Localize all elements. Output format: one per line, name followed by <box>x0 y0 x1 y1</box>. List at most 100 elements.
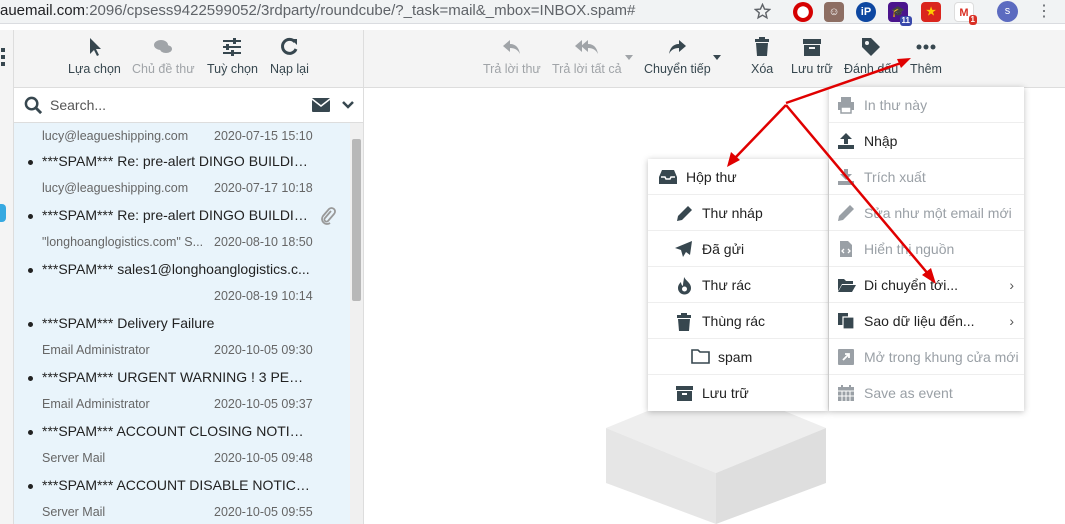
folder-icon <box>691 349 710 364</box>
folder-item-inbox[interactable]: Hộp thư <box>648 159 828 195</box>
menu-item-move-to[interactable]: Di chuyển tới... › <box>829 267 1024 303</box>
archive-label: Lưu trữ <box>791 62 833 76</box>
menu-item-copy-to[interactable]: Sao dữ liệu đến... › <box>829 303 1024 339</box>
reply-all-dropdown-icon[interactable] <box>625 55 633 60</box>
sliders-icon <box>223 38 242 56</box>
reply-all-icon <box>574 40 598 54</box>
forward-button[interactable]: Chuyển tiếp <box>644 36 711 76</box>
ip-extension-icon[interactable]: iP <box>856 2 876 22</box>
fire-icon <box>678 277 691 295</box>
message-date: 2020-10-05 09:55 <box>214 505 313 519</box>
select-button[interactable]: Lựa chọn <box>68 36 121 76</box>
refresh-button[interactable]: Nạp lại <box>270 36 309 76</box>
trash-icon <box>755 37 770 56</box>
delete-button[interactable]: Xóa <box>751 36 773 76</box>
message-subject: ***SPAM*** URGENT WARNING ! 3 PENDI... <box>42 369 310 385</box>
folder-item-trash[interactable]: Thùng rác <box>648 303 828 339</box>
reply-label: Trả lời thư <box>483 62 541 76</box>
refresh-icon <box>281 37 298 55</box>
message-from: lucy@leagueshipping.com <box>42 129 189 143</box>
folder-item-archive[interactable]: Lưu trữ <box>648 375 828 411</box>
message-date: 2020-08-10 18:50 <box>214 235 313 249</box>
graduation-extension-icon[interactable]: 🎓 11 <box>888 2 912 26</box>
message-row[interactable]: lucy@leagueshipping.com 2020-07-15 15:10 <box>14 123 350 149</box>
menu-item-export[interactable]: Trích xuất <box>829 159 1024 195</box>
folder-sidebar-edge <box>0 30 14 524</box>
reply-button[interactable]: Trả lời thư <box>483 36 541 76</box>
menu-item-edit-as-new[interactable]: Sửa như một email mới <box>829 195 1024 231</box>
folder-label: spam <box>718 349 753 365</box>
scrollbar-thumb[interactable] <box>352 139 361 301</box>
browser-menu-icon[interactable]: ⋮ <box>1036 3 1052 21</box>
cursor-icon <box>90 38 102 56</box>
message-row[interactable]: ***SPAM*** Re: pre-alert DINGO BUILDIN..… <box>14 203 350 257</box>
more-dots-icon <box>916 44 936 50</box>
message-row[interactable]: ***SPAM*** ACCOUNT DISABLE NOTICE !... S… <box>14 473 350 524</box>
message-date: 2020-10-05 09:30 <box>214 343 313 357</box>
message-row[interactable]: ***SPAM*** Re: pre-alert DINGO BUILDIN..… <box>14 149 350 203</box>
browser-address-bar[interactable]: auemail.com:2096/cpsess9422599052/3rdpar… <box>0 0 1065 26</box>
sidebar-menu-icon[interactable] <box>1 48 5 68</box>
message-list[interactable]: lucy@leagueshipping.com 2020-07-15 15:10… <box>14 123 350 524</box>
tag-icon <box>862 38 881 56</box>
chevron-down-icon[interactable] <box>342 100 354 110</box>
reply-all-button[interactable]: Trả lời tất cả <box>552 36 622 76</box>
menu-item-print[interactable]: In thư này <box>829 87 1024 123</box>
archive-button[interactable]: Lưu trữ <box>791 36 833 76</box>
folder-item-junk[interactable]: Thư rác <box>648 267 828 303</box>
message-row[interactable]: ***SPAM*** sales1@longhoanglogistics.c..… <box>14 257 350 311</box>
message-subject: ***SPAM*** ACCOUNT DISABLE NOTICE !... <box>42 477 310 493</box>
menu-item-label: Save as event <box>864 385 953 401</box>
upload-icon <box>838 133 854 149</box>
url-text[interactable]: auemail.com:2096/cpsess9422599052/3rdpar… <box>0 2 635 19</box>
message-row[interactable]: ***SPAM*** ACCOUNT CLOSING NOTICE ... Se… <box>14 419 350 473</box>
flag-button[interactable]: Đánh dấu <box>844 36 898 76</box>
more-button[interactable]: Thêm <box>910 36 942 76</box>
external-link-icon <box>838 349 854 365</box>
folder-item-sent[interactable]: Đã gửi <box>648 231 828 267</box>
message-from: lucy@leagueshipping.com <box>42 181 189 195</box>
forward-icon <box>669 40 687 54</box>
search-input[interactable] <box>50 95 300 115</box>
menu-item-label: Mở trong khung cửa mới <box>864 349 1019 365</box>
menu-item-show-source[interactable]: Hiển thị nguồn <box>829 231 1024 267</box>
paper-plane-icon <box>675 241 692 257</box>
url-path: :2096/cpsess9422599052/3rdparty/roundcub… <box>85 2 636 19</box>
gmail-extension-icon[interactable]: M1 <box>954 2 977 25</box>
archive-icon <box>802 39 821 56</box>
folder-item-drafts[interactable]: Thư nháp <box>648 195 828 231</box>
search-icon[interactable] <box>24 96 43 115</box>
envelope-icon[interactable] <box>312 98 330 112</box>
threads-button[interactable]: Chủ đề thư <box>132 36 195 76</box>
face-extension-icon[interactable]: ☺ <box>824 2 844 22</box>
menu-item-open-new-window[interactable]: Mở trong khung cửa mới <box>829 339 1024 375</box>
archive-icon <box>676 386 693 401</box>
menu-item-label: Hiển thị nguồn <box>864 241 955 257</box>
pencil-icon <box>677 206 692 221</box>
sidebar-active-indicator <box>0 204 6 222</box>
printer-icon <box>838 97 854 114</box>
menu-item-import[interactable]: Nhập <box>829 123 1024 159</box>
more-label: Thêm <box>910 62 942 76</box>
message-list-scrollbar[interactable] <box>350 123 364 524</box>
calendar-icon <box>838 385 854 401</box>
chevron-right-icon: › <box>1009 313 1014 329</box>
adblock-extension-icon[interactable]: ⬤ <box>793 2 813 22</box>
delete-label: Xóa <box>751 62 774 76</box>
profile-avatar[interactable]: s <box>997 1 1018 22</box>
menu-item-save-as-event[interactable]: Save as event <box>829 375 1024 411</box>
message-date: 2020-10-05 09:37 <box>214 397 313 411</box>
star-icon[interactable] <box>754 3 771 20</box>
message-subject: ***SPAM*** Delivery Failure <box>42 315 215 331</box>
flag-extension-icon[interactable]: ★ <box>921 2 941 22</box>
folder-label: Đã gửi <box>702 241 745 257</box>
message-row[interactable]: ***SPAM*** URGENT WARNING ! 3 PENDI... E… <box>14 365 350 419</box>
forward-dropdown-icon[interactable] <box>713 55 721 60</box>
menu-item-label: Sao dữ liệu đến... <box>864 313 975 329</box>
message-row[interactable]: ***SPAM*** Delivery Failure Email Admini… <box>14 311 350 365</box>
folder-item-spam[interactable]: spam <box>648 339 828 375</box>
refresh-label: Nạp lại <box>270 62 309 76</box>
message-date: 2020-10-05 09:48 <box>214 451 313 465</box>
options-button[interactable]: Tuỳ chọn <box>207 36 258 76</box>
message-subject: ***SPAM*** Re: pre-alert DINGO BUILDIN..… <box>42 207 310 223</box>
